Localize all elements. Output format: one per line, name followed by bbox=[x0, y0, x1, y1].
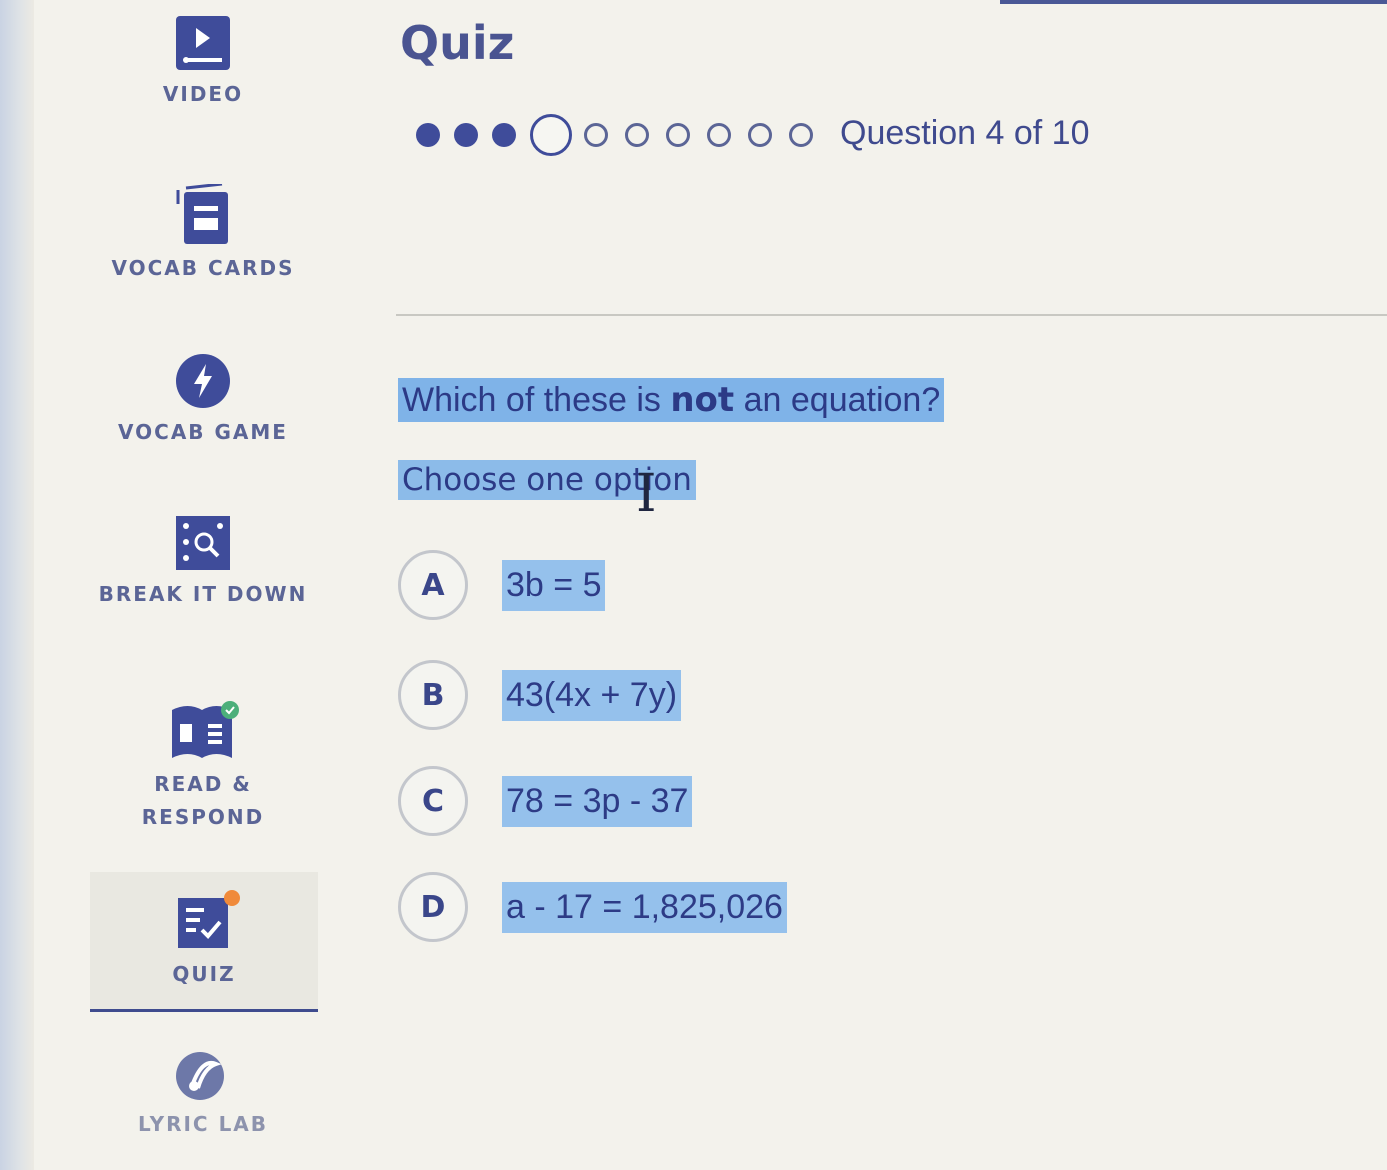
sidebar-item-quiz[interactable]: QUIZ bbox=[90, 872, 318, 1012]
music-note-icon bbox=[176, 1052, 224, 1100]
progress-dot bbox=[625, 123, 649, 147]
option-text: 3b = 5 bbox=[502, 559, 606, 611]
sidebar-item-label: VOCAB GAME bbox=[118, 420, 288, 444]
sidebar-item-read-respond[interactable]: READ & RESPOND bbox=[90, 700, 316, 834]
progress-dot bbox=[530, 114, 572, 156]
progress-dot bbox=[492, 123, 516, 147]
sidebar-item-label: VIDEO bbox=[162, 82, 244, 106]
question-emphasis: not bbox=[670, 380, 735, 420]
sidebar-item-vocab-cards[interactable]: VOCAB CARDS bbox=[90, 184, 316, 285]
book-icon bbox=[172, 701, 239, 758]
sidebar-item-video[interactable]: VIDEO bbox=[90, 14, 316, 111]
option-text: 43(4x + 7y) bbox=[502, 669, 682, 721]
progress-dot bbox=[789, 123, 813, 147]
question-progress-dots bbox=[416, 114, 830, 156]
text-cursor-icon: I bbox=[636, 464, 657, 524]
progress-text: Question 4 of 10 bbox=[840, 114, 1090, 152]
magnifier-icon bbox=[176, 516, 230, 570]
option-b[interactable]: B 43(4x + 7y) bbox=[398, 660, 682, 730]
option-c[interactable]: C 78 = 3p - 37 bbox=[398, 766, 693, 836]
sidebar-item-label: VOCAB CARDS bbox=[111, 256, 295, 280]
sidebar-item-break-it-down[interactable]: BREAK IT DOWN bbox=[90, 514, 316, 611]
quiz-icon bbox=[178, 890, 240, 948]
option-text: a - 17 = 1,825,026 bbox=[502, 881, 787, 933]
video-icon bbox=[176, 16, 230, 70]
sidebar-item-label: LYRIC LAB bbox=[137, 1112, 269, 1136]
sidebar-item-label: QUIZ bbox=[172, 962, 236, 986]
option-a[interactable]: A 3b = 5 bbox=[398, 550, 606, 620]
sidebar-item-lyric-lab[interactable]: LYRIC LAB bbox=[90, 1048, 316, 1141]
progress-dot bbox=[666, 123, 690, 147]
vocab-cards-icon bbox=[176, 184, 228, 244]
lightning-icon bbox=[176, 354, 230, 408]
quiz-panel: Quiz Question 4 of 10 Which of these is … bbox=[364, 0, 1387, 1170]
question-text: Which of these is not an equation? bbox=[398, 378, 945, 422]
progress-dot bbox=[748, 123, 772, 147]
sidebar-item-label: BREAK IT DOWN bbox=[98, 582, 308, 606]
progress-dot bbox=[416, 123, 440, 147]
sidebar-item-vocab-game[interactable]: VOCAB GAME bbox=[90, 352, 316, 449]
sidebar-item-label: READ & RESPOND bbox=[141, 772, 265, 829]
option-letter: B bbox=[398, 660, 468, 730]
sidebar: VIDEO VOCAB CARDS VOCAB GAME BREAK IT DO… bbox=[34, 0, 364, 1170]
page-title: Quiz bbox=[400, 16, 515, 70]
divider bbox=[396, 314, 1387, 316]
screen-edge bbox=[0, 0, 34, 1170]
option-text: 78 = 3p - 37 bbox=[502, 775, 693, 827]
progress-dot bbox=[454, 123, 478, 147]
option-letter: A bbox=[398, 550, 468, 620]
option-d[interactable]: D a - 17 = 1,825,026 bbox=[398, 872, 787, 942]
progress-dot bbox=[707, 123, 731, 147]
progress-dot bbox=[584, 123, 608, 147]
option-letter: C bbox=[398, 766, 468, 836]
option-letter: D bbox=[398, 872, 468, 942]
